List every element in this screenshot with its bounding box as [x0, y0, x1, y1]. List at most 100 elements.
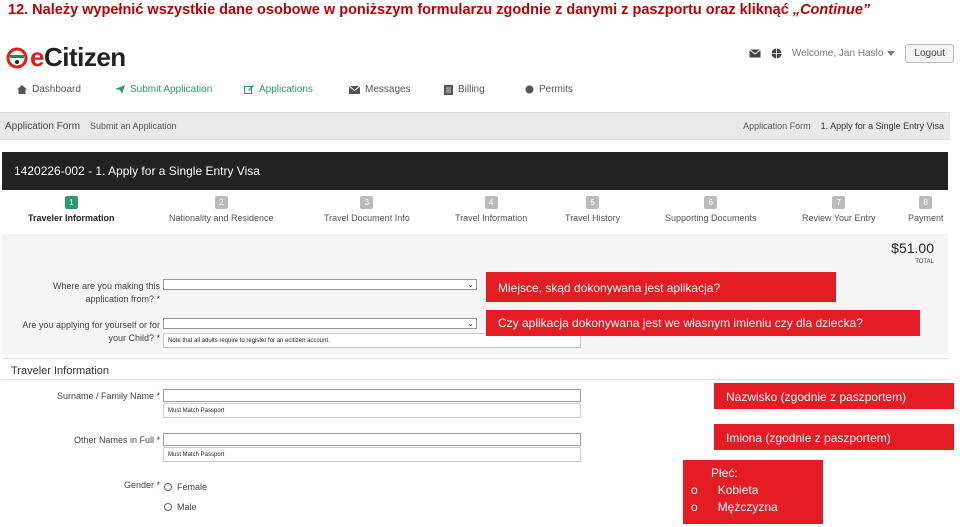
- price-amount: $51.00: [891, 240, 934, 256]
- step-payment[interactable]: 8 Payment: [908, 196, 944, 223]
- callout-gender-option: o Mężczyzna: [691, 499, 823, 516]
- price-total: $51.00 TOTAL: [891, 240, 934, 265]
- radio-circle-icon: [164, 503, 172, 511]
- top-bar: eCitizen Welcome, Jan Haslo Logout: [0, 38, 960, 74]
- gender-male-radio[interactable]: Male: [164, 502, 197, 512]
- bullet: o: [691, 500, 698, 514]
- gender-label: Gender *: [10, 479, 160, 492]
- welcome-text: Welcome, Jan Haslo: [791, 48, 884, 59]
- nav-billing[interactable]: Billing: [444, 84, 485, 95]
- step-label: Nationality and Residence: [169, 213, 274, 223]
- traveler-information-title: Traveler Information: [11, 365, 110, 377]
- breadcrumb-current: 1. Apply for a Single Entry Visa: [820, 121, 944, 131]
- nav-applications[interactable]: Applications: [244, 84, 313, 95]
- other-names-hint: Must Match Passport: [163, 447, 581, 462]
- gender-male-label: Male: [177, 502, 197, 512]
- nav-label: Submit Application: [130, 84, 213, 95]
- where-from-label: Where are you making this application fr…: [10, 280, 160, 306]
- callout-gender-female: Kobieta: [717, 483, 759, 497]
- callout-surname: Nazwisko (zgodnie z paszportem): [714, 383, 954, 409]
- page-subtitle: Submit an Application: [90, 121, 177, 131]
- callout-gender-title: Płeć:: [711, 466, 738, 480]
- step-label: Travel Document Info: [324, 213, 410, 223]
- envelope-icon: [349, 85, 360, 94]
- permit-icon: [525, 85, 534, 94]
- step-label: Travel Information: [455, 213, 528, 223]
- step-label: Review Your Entry: [802, 213, 876, 223]
- nav-label: Permits: [539, 84, 573, 95]
- gender-label-text: Gender: [123, 480, 154, 490]
- gender-female-label: Female: [177, 482, 208, 492]
- surname-input[interactable]: [163, 389, 581, 402]
- callout-where-from: Miejsce, skąd dokonywana jest aplikacja?: [486, 272, 836, 302]
- caret-down-icon: [887, 51, 896, 56]
- globe-icon[interactable]: [771, 48, 782, 59]
- step-number: 1: [64, 196, 78, 209]
- nav-permits[interactable]: Permits: [525, 84, 573, 95]
- required-marker: *: [153, 333, 160, 343]
- logout-button[interactable]: Logout: [905, 44, 954, 63]
- gender-female-radio[interactable]: Female: [164, 482, 207, 492]
- applying-for-select[interactable]: ⌄: [163, 318, 477, 329]
- required-marker: *: [153, 435, 160, 445]
- section-divider: [2, 379, 948, 380]
- page-title: Application Form: [5, 121, 81, 132]
- step-travel-history[interactable]: 5 Travel History: [565, 196, 620, 223]
- step-label: Supporting Documents: [665, 213, 757, 223]
- other-names-input[interactable]: [163, 433, 581, 446]
- callout-other-names: Imiona (zgodnie z paszportem): [714, 424, 954, 450]
- breadcrumb-bar: Application Form Submit an Application Ap…: [0, 112, 950, 140]
- step-number: 8: [919, 196, 933, 209]
- home-icon: [17, 85, 27, 94]
- nav-dashboard[interactable]: Dashboard: [17, 84, 81, 95]
- step-number: 5: [586, 196, 600, 209]
- step-nationality-residence[interactable]: 2 Nationality and Residence: [169, 196, 274, 223]
- price-total-label: TOTAL: [915, 259, 934, 265]
- surname-label: Surname / Family Name *: [10, 390, 160, 403]
- step-number: 4: [484, 196, 498, 209]
- nav-label: Messages: [365, 84, 411, 95]
- chevron-down-icon: ⌄: [467, 280, 474, 289]
- step-travel-information[interactable]: 4 Travel Information: [455, 196, 527, 223]
- breadcrumb-link-application-form[interactable]: Application Form: [743, 121, 811, 131]
- billing-icon: [444, 84, 453, 95]
- edit-icon: [244, 85, 254, 94]
- other-names-label: Other Names in Full *: [10, 434, 160, 447]
- where-from-label-text: Where are you making this application fr…: [52, 281, 160, 304]
- form-header: 1420226-002 - 1. Apply for a Single Entr…: [2, 152, 948, 190]
- applying-for-label: Are you applying for yourself or for you…: [10, 319, 160, 345]
- welcome-menu[interactable]: Welcome, Jan Haslo: [792, 48, 896, 59]
- section-divider: [2, 358, 948, 359]
- logo-e: e: [30, 42, 44, 72]
- envelope-icon[interactable]: [749, 49, 761, 58]
- required-marker: *: [153, 294, 160, 304]
- logo-mark-icon: [6, 47, 28, 69]
- callout-applying-for: Czy aplikacja dokonywana jest we własnym…: [486, 310, 920, 336]
- surname-label-text: Surname / Family Name: [56, 391, 154, 401]
- nav-label: Billing: [458, 84, 485, 95]
- chevron-down-icon: ⌄: [467, 319, 474, 328]
- nav-label: Applications: [259, 84, 313, 95]
- surname-hint: Must Match Passport: [163, 403, 581, 418]
- step-review-your-entry[interactable]: 7 Review Your Entry: [802, 196, 876, 223]
- callout-gender-option: o Kobieta: [691, 482, 823, 499]
- step-traveler-information[interactable]: 1 Traveler Information: [28, 196, 115, 223]
- instruction-text: 12. Należy wypełnić wszystkie dane osobo…: [8, 2, 870, 18]
- callout-gender: Płeć: o Kobieta o Mężczyzna: [683, 460, 823, 524]
- step-supporting-documents[interactable]: 6 Supporting Documents: [665, 196, 757, 223]
- send-icon: [115, 85, 125, 94]
- applying-for-label-text: Are you applying for yourself or for you…: [22, 320, 160, 343]
- breadcrumb: Application Form 1. Apply for a Single En…: [743, 121, 944, 131]
- step-travel-document-info[interactable]: 3 Travel Document Info: [324, 196, 410, 223]
- nav-submit-application[interactable]: Submit Application: [115, 84, 212, 95]
- where-from-select[interactable]: ⌄: [163, 279, 477, 290]
- instruction-continue: „Continue”: [792, 2, 871, 18]
- wizard-steps: 1 Traveler Information 2 Nationality and…: [0, 196, 950, 230]
- nav-messages[interactable]: Messages: [349, 84, 411, 95]
- bullet: o: [691, 483, 698, 497]
- step-label: Payment: [908, 213, 944, 223]
- step-label: Traveler Information: [28, 213, 115, 223]
- step-number: 2: [214, 196, 228, 209]
- top-right-controls: Welcome, Jan Haslo Logout: [749, 44, 954, 63]
- ecitizen-logo[interactable]: eCitizen: [6, 42, 126, 73]
